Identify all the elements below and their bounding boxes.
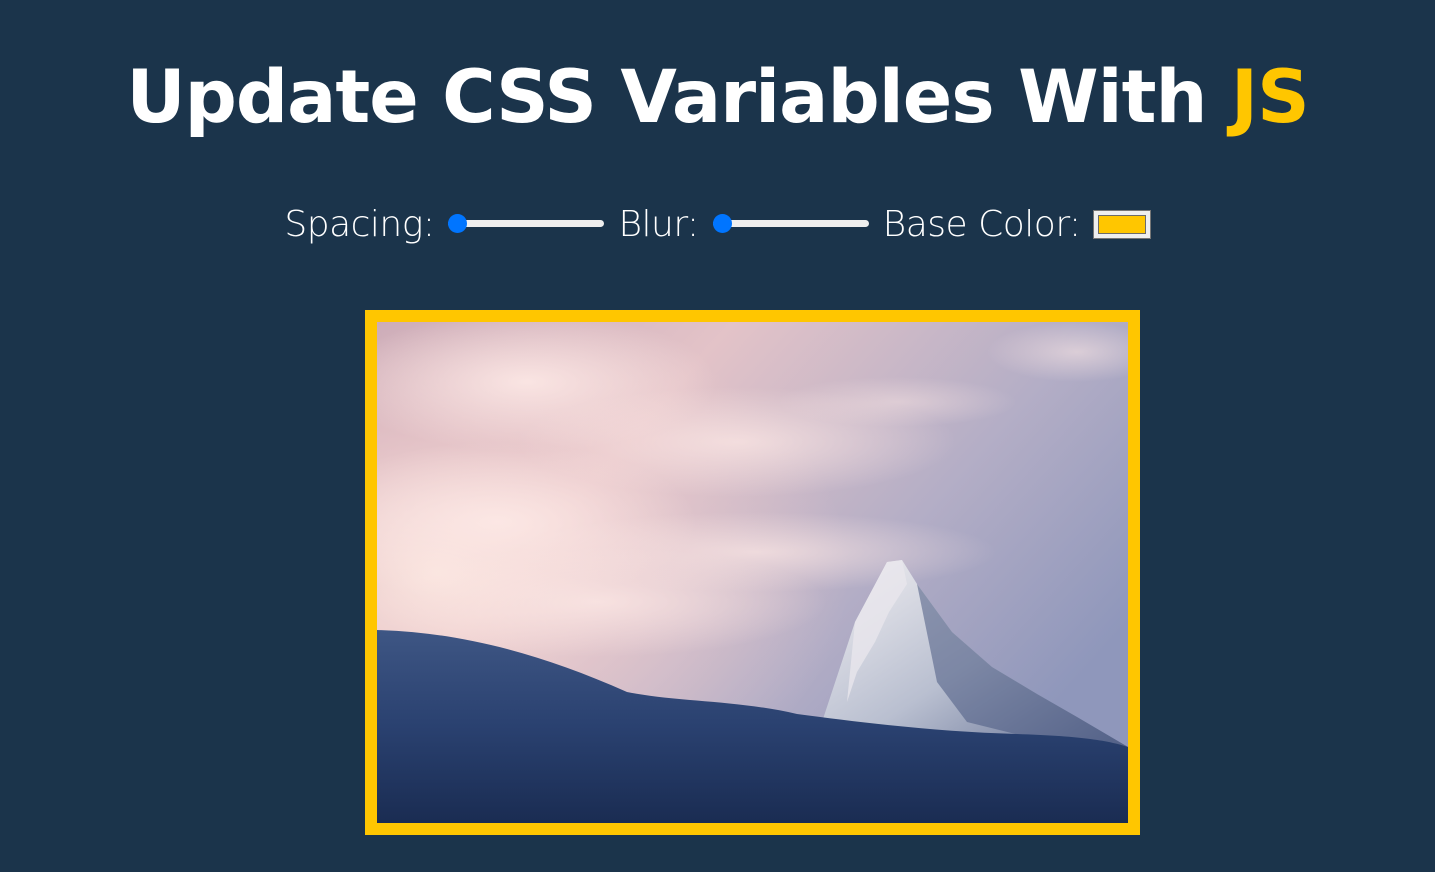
blur-slider-track [712, 220, 869, 227]
spacing-slider[interactable] [448, 214, 605, 234]
blur-slider-thumb[interactable] [712, 214, 732, 233]
blur-slider[interactable] [712, 214, 869, 234]
base-color-label: Base Color: [882, 203, 1081, 245]
mountain-photo [377, 322, 1128, 823]
title-text: Update CSS Variables With [126, 55, 1231, 140]
title-highlight: JS [1230, 55, 1310, 140]
controls-bar: Spacing: Blur: Base Color: [0, 198, 1435, 250]
photo-frame [365, 310, 1140, 835]
blur-label: Blur: [618, 203, 699, 245]
spacing-slider-track [448, 220, 605, 227]
spacing-slider-thumb[interactable] [448, 214, 468, 233]
page-title: Update CSS Variables With JS [0, 50, 1435, 146]
spacing-label: Spacing: [284, 203, 435, 245]
base-color-swatch [1097, 214, 1146, 234]
base-color-picker[interactable] [1092, 209, 1151, 239]
